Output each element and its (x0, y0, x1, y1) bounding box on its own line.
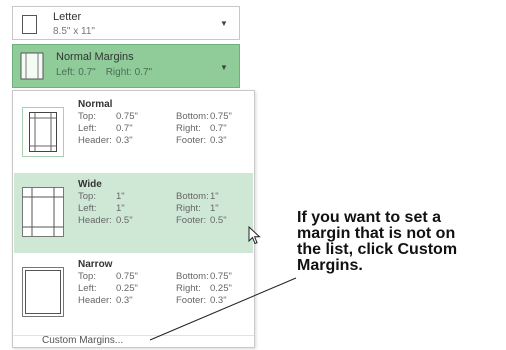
margins-icon (20, 52, 44, 80)
custom-margins-item[interactable]: Custom Margins... (14, 335, 253, 350)
current-margins-name: Normal Margins (56, 51, 134, 63)
paper-size-dropdown[interactable]: Letter 8.5" x 11" ▼ (12, 6, 240, 40)
callout-text: If you want to set a margin that is not … (297, 209, 458, 274)
paper-size-dimensions: 8.5" x 11" (53, 26, 95, 37)
margins-icon (22, 187, 64, 237)
margins-menu: Normal Top: 0.75" Bottom:0.75" Left: 0.7" … (12, 90, 255, 348)
option-name: Normal (78, 99, 113, 110)
margin-option-normal[interactable]: Normal Top: 0.75" Bottom:0.75" Left: 0.7" … (14, 93, 253, 173)
dropdown-arrow-icon: ▼ (220, 63, 228, 72)
margins-dropdown[interactable]: Normal Margins Left: 0.7" Right: 0.7" ▼ (12, 44, 240, 88)
margins-icon (22, 107, 64, 157)
page-icon (22, 15, 37, 34)
margin-option-wide[interactable]: Wide Top: 1" Bottom:1" Left: 1" Right: 1" H… (14, 173, 253, 253)
dropdown-arrow-icon: ▼ (220, 19, 228, 28)
mouse-pointer-icon (248, 226, 261, 245)
custom-margins-label: Custom Margins... (42, 335, 124, 346)
margins-icon (22, 267, 64, 317)
current-margins-values: Left: 0.7" Right: 0.7" (56, 67, 153, 78)
option-name: Narrow (78, 259, 113, 270)
margin-option-narrow[interactable]: Narrow Top: 0.75" Bottom:0.75" Left: 0.25"… (14, 253, 253, 333)
paper-size-name: Letter (53, 11, 82, 23)
option-name: Wide (78, 179, 102, 190)
